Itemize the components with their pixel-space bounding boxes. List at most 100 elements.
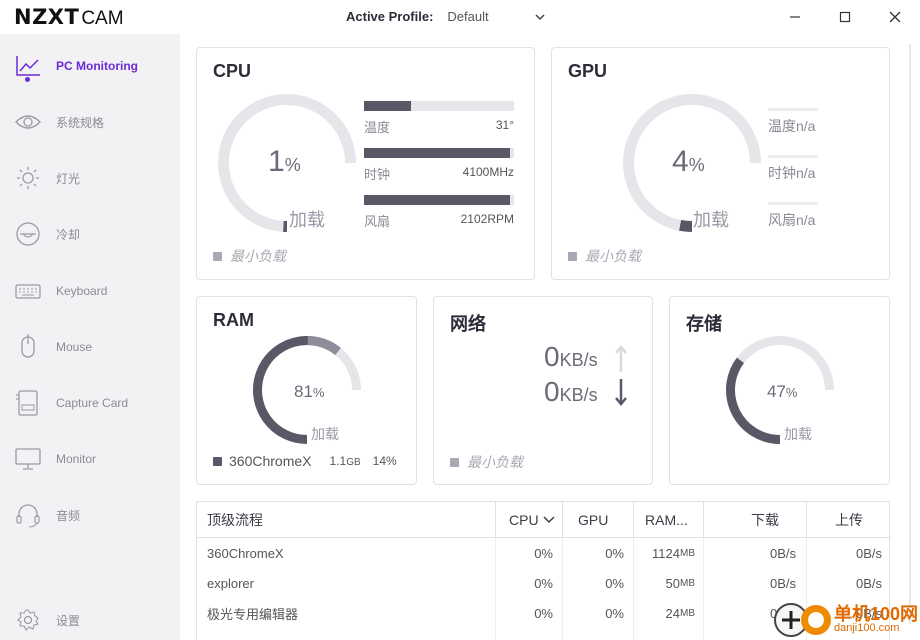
sidebar-item-cooling[interactable]: 冷却 bbox=[0, 214, 180, 254]
sidebar-item-monitor[interactable]: Monitor bbox=[0, 439, 180, 479]
capture-card-icon bbox=[14, 389, 42, 417]
sidebar-item-settings[interactable]: 设置 bbox=[0, 600, 180, 640]
app-logo: NZXT CAM bbox=[14, 5, 124, 29]
storage-load-value: 47% bbox=[767, 382, 798, 401]
table-row[interactable]: explorer 0% 0% 50 MB 0B/s 0B/s bbox=[197, 568, 891, 598]
profile-value: Default bbox=[447, 9, 489, 24]
sidebar-item-label: Capture Card bbox=[56, 396, 129, 410]
sidebar-item-label: Keyboard bbox=[56, 284, 108, 298]
cpu-clock-bar bbox=[364, 148, 510, 158]
network-download-value: 0KB/s bbox=[544, 341, 598, 372]
process-ram: 50 MB bbox=[665, 575, 695, 591]
process-gpu: 0% bbox=[605, 605, 624, 621]
sidebar-item-label: 冷却 bbox=[56, 227, 81, 242]
column-header-ram[interactable]: RAM... bbox=[633, 502, 703, 538]
window-controls bbox=[770, 0, 920, 34]
legend-swatch bbox=[568, 251, 577, 261]
cpu-load-value: 1% bbox=[268, 145, 301, 178]
sidebar-item-mouse[interactable]: Mouse bbox=[0, 327, 180, 367]
column-header-process[interactable]: 顶级流程 bbox=[197, 502, 495, 538]
monitor-icon bbox=[14, 445, 42, 473]
gpu-title: GPU bbox=[568, 61, 608, 81]
maximize-button[interactable] bbox=[820, 0, 870, 34]
cpu-load-label: 加载 bbox=[289, 210, 325, 230]
process-cpu: 0% bbox=[534, 575, 553, 591]
minimize-button[interactable] bbox=[770, 0, 820, 34]
profile-selector[interactable]: Active Profile: Default bbox=[346, 9, 547, 24]
gauge-fill bbox=[679, 219, 693, 233]
storage-title: 存储 bbox=[686, 314, 722, 334]
sidebar-item-label: 灯光 bbox=[56, 171, 81, 186]
headset-icon bbox=[14, 501, 42, 529]
watermark-url: danji100.com bbox=[834, 622, 900, 634]
gpu-clock-bar bbox=[768, 155, 818, 158]
sidebar-item-system-specs[interactable]: 系统规格 bbox=[0, 102, 180, 142]
sidebar-item-pc-monitoring[interactable]: PC Monitoring bbox=[0, 46, 180, 86]
ram-legend: 360ChromeX 1.1GB 14% bbox=[213, 453, 397, 469]
sidebar-item-label: Monitor bbox=[56, 452, 97, 466]
gpu-card: GPU 4% 加载 温度n/a 时钟n/a 风扇n/a 最小负载 bbox=[551, 47, 890, 280]
network-legend: 最小负载 bbox=[450, 452, 523, 472]
process-name: explorer bbox=[207, 575, 254, 591]
process-ram: 1124 MB bbox=[652, 545, 695, 561]
cpu-fan-stat: 风扇 2102RPM bbox=[364, 195, 514, 231]
sidebar-item-keyboard[interactable]: Keyboard bbox=[0, 271, 180, 311]
sidebar-item-label: Mouse bbox=[56, 340, 93, 354]
process-upload: 0B/s bbox=[855, 545, 882, 561]
cpu-temp-stat: 温度 31° bbox=[364, 101, 514, 137]
gpu-load-value: 4% bbox=[672, 145, 705, 178]
process-name: 360ChromeX bbox=[207, 545, 284, 561]
eye-icon bbox=[14, 108, 42, 136]
process-download: 0B/s bbox=[769, 545, 796, 561]
network-upload-value: 0KB/s bbox=[544, 376, 598, 407]
legend-swatch bbox=[213, 456, 222, 466]
sidebar-item-label: 设置 bbox=[56, 613, 81, 628]
ram-load-value: 81% bbox=[294, 382, 325, 401]
keyboard-icon bbox=[14, 277, 42, 305]
logo-subtext: CAM bbox=[81, 8, 124, 29]
gpu-legend: 最小负载 bbox=[568, 246, 641, 266]
gpu-fan-bar bbox=[768, 202, 818, 205]
profile-label: Active Profile: bbox=[346, 9, 434, 24]
mouse-icon bbox=[14, 333, 42, 361]
gpu-clock-stat: 时钟n/a bbox=[768, 165, 816, 181]
column-header-download[interactable]: 下载 bbox=[703, 502, 806, 538]
process-gpu: 0% bbox=[605, 545, 624, 561]
arrow-up-icon bbox=[615, 345, 627, 372]
line-chart-icon bbox=[14, 52, 42, 80]
column-header-gpu[interactable]: GPU bbox=[562, 502, 633, 538]
sidebar-item-label: PC Monitoring bbox=[56, 59, 138, 73]
network-title: 网络 bbox=[450, 314, 486, 334]
gear-icon bbox=[14, 606, 42, 634]
sidebar-item-label: 音频 bbox=[56, 508, 81, 523]
table-row[interactable]: 360ChromeX 0% 0% 1124 MB 0B/s 0B/s bbox=[197, 538, 891, 568]
table-header: 顶级流程 CPU GPU RAM... 下载 上传 bbox=[197, 502, 891, 538]
process-cpu: 0% bbox=[534, 605, 553, 621]
legend-swatch bbox=[450, 457, 459, 467]
watermark-logo-icon bbox=[774, 603, 831, 637]
legend-swatch bbox=[213, 251, 222, 261]
ram-title: RAM bbox=[213, 310, 254, 330]
sidebar-item-lighting[interactable]: 灯光 bbox=[0, 158, 180, 198]
close-button[interactable] bbox=[870, 0, 920, 34]
chevron-down-icon bbox=[535, 13, 545, 20]
minimize-icon bbox=[790, 16, 800, 18]
cpu-clock-stat: 时钟 4100MHz bbox=[364, 148, 514, 184]
sidebar-item-capture-card[interactable]: Capture Card bbox=[0, 383, 180, 423]
storage-load-label: 加载 bbox=[784, 426, 812, 442]
cooler-icon bbox=[14, 220, 42, 248]
ram-card: RAM 81% 加载 360ChromeX 1.1GB 14% bbox=[196, 296, 417, 485]
sidebar-item-label: 系统规格 bbox=[56, 115, 105, 130]
scrollbar[interactable] bbox=[906, 44, 914, 624]
sun-icon bbox=[14, 164, 42, 192]
gpu-temp-bar bbox=[768, 108, 818, 111]
process-ram: 24 MB bbox=[665, 605, 695, 621]
cpu-fan-bar bbox=[364, 195, 510, 205]
ram-load-label: 加载 bbox=[311, 426, 339, 442]
sidebar-item-audio[interactable]: 音频 bbox=[0, 495, 180, 535]
gauge-process-fill bbox=[307, 336, 341, 356]
process-cpu: 0% bbox=[534, 545, 553, 561]
column-header-upload[interactable]: 上传 bbox=[806, 502, 891, 538]
title-bar: NZXT CAM Active Profile: Default bbox=[0, 0, 920, 34]
column-header-cpu[interactable]: CPU bbox=[495, 502, 562, 538]
